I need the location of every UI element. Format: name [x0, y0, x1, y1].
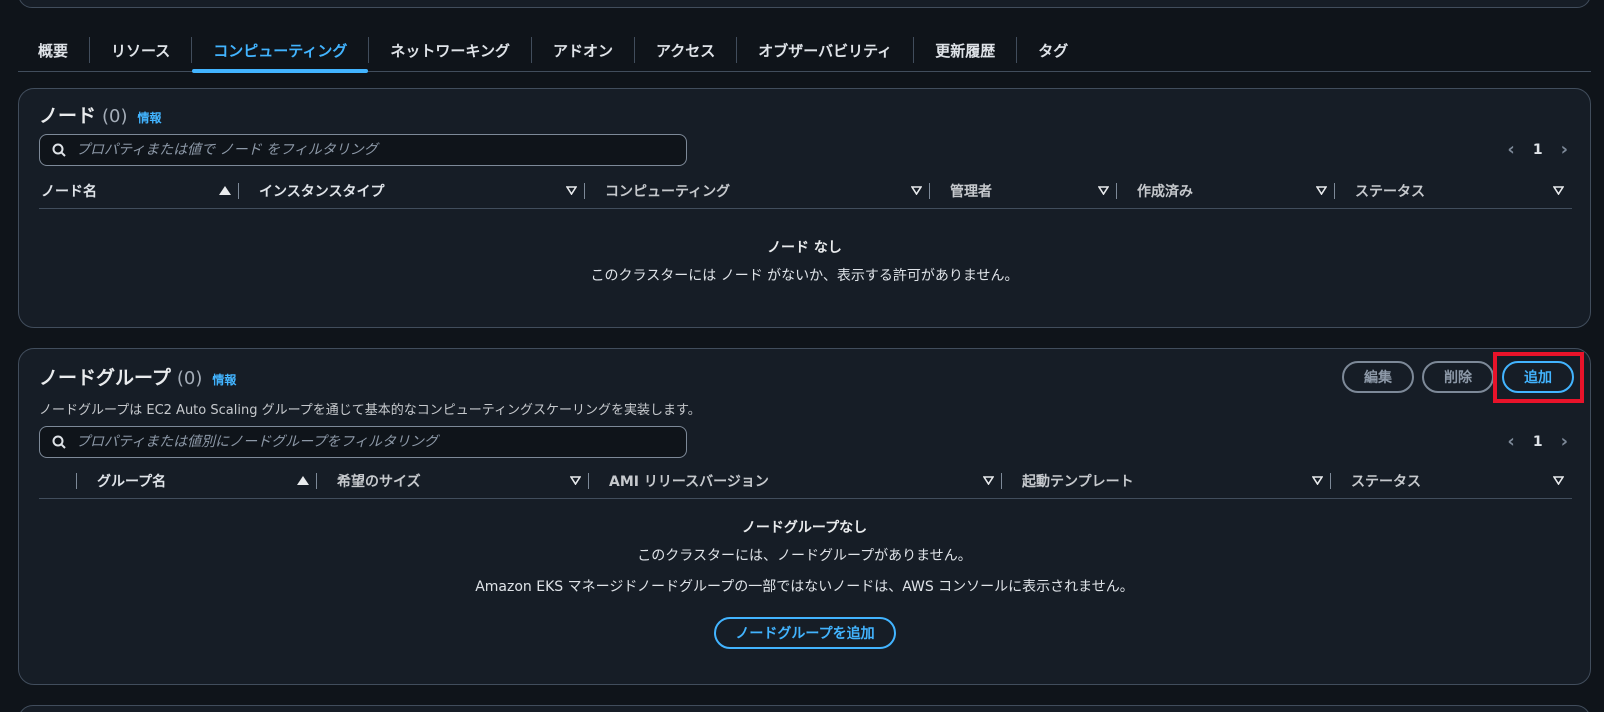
- next-panel: [18, 705, 1591, 712]
- nodegroups-panel: ノードグループ (0) 情報 ノードグループは EC2 Auto Scaling…: [18, 348, 1591, 685]
- sort-descending-icon: [1553, 476, 1564, 485]
- tab-overview[interactable]: 概要: [18, 30, 89, 70]
- column-compute[interactable]: コンピューティング: [585, 173, 930, 208]
- column-desired-size[interactable]: 希望のサイズ: [317, 463, 589, 498]
- chevron-right-icon[interactable]: ›: [1561, 139, 1568, 160]
- chevron-right-icon[interactable]: ›: [1561, 431, 1568, 452]
- nodegroups-search[interactable]: [39, 426, 687, 458]
- sort-descending-icon: [1312, 476, 1323, 485]
- column-launch-template[interactable]: 起動テンプレート: [1002, 463, 1331, 498]
- select-column: [39, 463, 77, 498]
- tab-tags[interactable]: タグ: [1017, 30, 1089, 70]
- nodes-empty-text: このクラスターには ノード がないか、表示する許可がありません。: [590, 268, 1019, 284]
- search-icon: [52, 435, 66, 449]
- nodegroups-title: ノードグループ: [39, 367, 171, 389]
- nodes-page-number[interactable]: 1: [1533, 142, 1543, 158]
- delete-button[interactable]: 削除: [1422, 361, 1494, 393]
- column-node-name[interactable]: ノード名: [39, 173, 239, 208]
- nodes-count: (0): [102, 106, 128, 127]
- column-status[interactable]: ステータス: [1331, 463, 1572, 498]
- edit-button[interactable]: 編集: [1342, 361, 1414, 393]
- previous-panel: [18, 0, 1591, 8]
- nodes-header: ノード (0) 情報: [39, 101, 162, 128]
- nodegroups-empty-note: Amazon EKS マネージドノードグループの一部ではないノードは、AWS コ…: [475, 579, 1134, 595]
- nodegroups-page-number[interactable]: 1: [1533, 434, 1543, 450]
- highlight-box: [1493, 352, 1584, 403]
- nodes-pagination: ‹ 1 ›: [1507, 139, 1568, 160]
- tab-access[interactable]: アクセス: [635, 30, 736, 70]
- column-group-name[interactable]: グループ名: [77, 463, 317, 498]
- column-managed-by[interactable]: 管理者: [930, 173, 1117, 208]
- sort-ascending-icon: [219, 186, 231, 195]
- nodes-search[interactable]: [39, 134, 687, 166]
- chevron-left-icon[interactable]: ‹: [1507, 139, 1514, 160]
- tab-resources[interactable]: リソース: [90, 30, 191, 70]
- sort-descending-icon: [983, 476, 994, 485]
- nodes-table-header: ノード名 インスタンスタイプ コンピューティング 管理者 作成済み ステータス: [39, 173, 1572, 209]
- nodegroups-header: ノードグループ (0) 情報: [39, 363, 236, 390]
- tab-update-history[interactable]: 更新履歴: [914, 30, 1016, 70]
- tab-addons[interactable]: アドオン: [532, 30, 634, 70]
- sort-descending-icon: [1553, 186, 1564, 195]
- sort-descending-icon: [911, 186, 922, 195]
- nodegroups-description: ノードグループは EC2 Auto Scaling グループを通じて基本的なコン…: [39, 403, 701, 418]
- nodegroups-count: (0): [176, 368, 203, 389]
- column-created[interactable]: 作成済み: [1117, 173, 1335, 208]
- sort-descending-icon: [570, 476, 581, 485]
- nodes-panel: ノード (0) 情報 ‹ 1 › ノード名 インスタンスタイプ コンピューティン…: [18, 88, 1591, 328]
- column-ami-release[interactable]: AMI リリースバージョン: [589, 463, 1002, 498]
- nodes-empty-state: ノード なし このクラスターには ノード がないか、表示する許可がありません。: [19, 237, 1590, 285]
- sort-descending-icon: [1098, 186, 1109, 195]
- column-status[interactable]: ステータス: [1335, 173, 1572, 208]
- nodegroups-info-link[interactable]: 情報: [212, 371, 236, 388]
- nodes-title: ノード: [39, 105, 97, 127]
- tab-bar: 概要 リソース コンピューティング ネットワーキング アドオン アクセス オブザ…: [18, 30, 1591, 73]
- sort-descending-icon: [566, 186, 577, 195]
- tab-networking[interactable]: ネットワーキング: [369, 30, 531, 70]
- nodegroups-empty-text: このクラスターには、ノードグループがありません。: [637, 548, 972, 564]
- nodegroups-empty-title: ノードグループなし: [741, 520, 868, 536]
- nodegroups-pagination: ‹ 1 ›: [1507, 431, 1568, 452]
- nodes-info-link[interactable]: 情報: [138, 109, 162, 126]
- sort-descending-icon: [1316, 186, 1327, 195]
- tab-compute[interactable]: コンピューティング: [192, 30, 369, 73]
- nodes-search-input[interactable]: [76, 142, 666, 158]
- nodes-empty-title: ノード なし: [767, 240, 842, 256]
- sort-ascending-icon: [297, 476, 309, 485]
- add-nodegroup-button[interactable]: ノードグループを追加: [714, 617, 896, 649]
- nodegroups-empty-state: ノードグループなし このクラスターには、ノードグループがありません。 Amazo…: [19, 517, 1590, 596]
- nodegroups-search-input[interactable]: [76, 434, 666, 450]
- search-icon: [52, 143, 66, 157]
- tab-observability[interactable]: オブザーバビリティ: [737, 30, 913, 70]
- nodegroups-table-header: グループ名 希望のサイズ AMI リリースバージョン 起動テンプレート ステータ…: [39, 463, 1572, 499]
- column-instance-type[interactable]: インスタンスタイプ: [239, 173, 585, 208]
- chevron-left-icon[interactable]: ‹: [1507, 431, 1514, 452]
